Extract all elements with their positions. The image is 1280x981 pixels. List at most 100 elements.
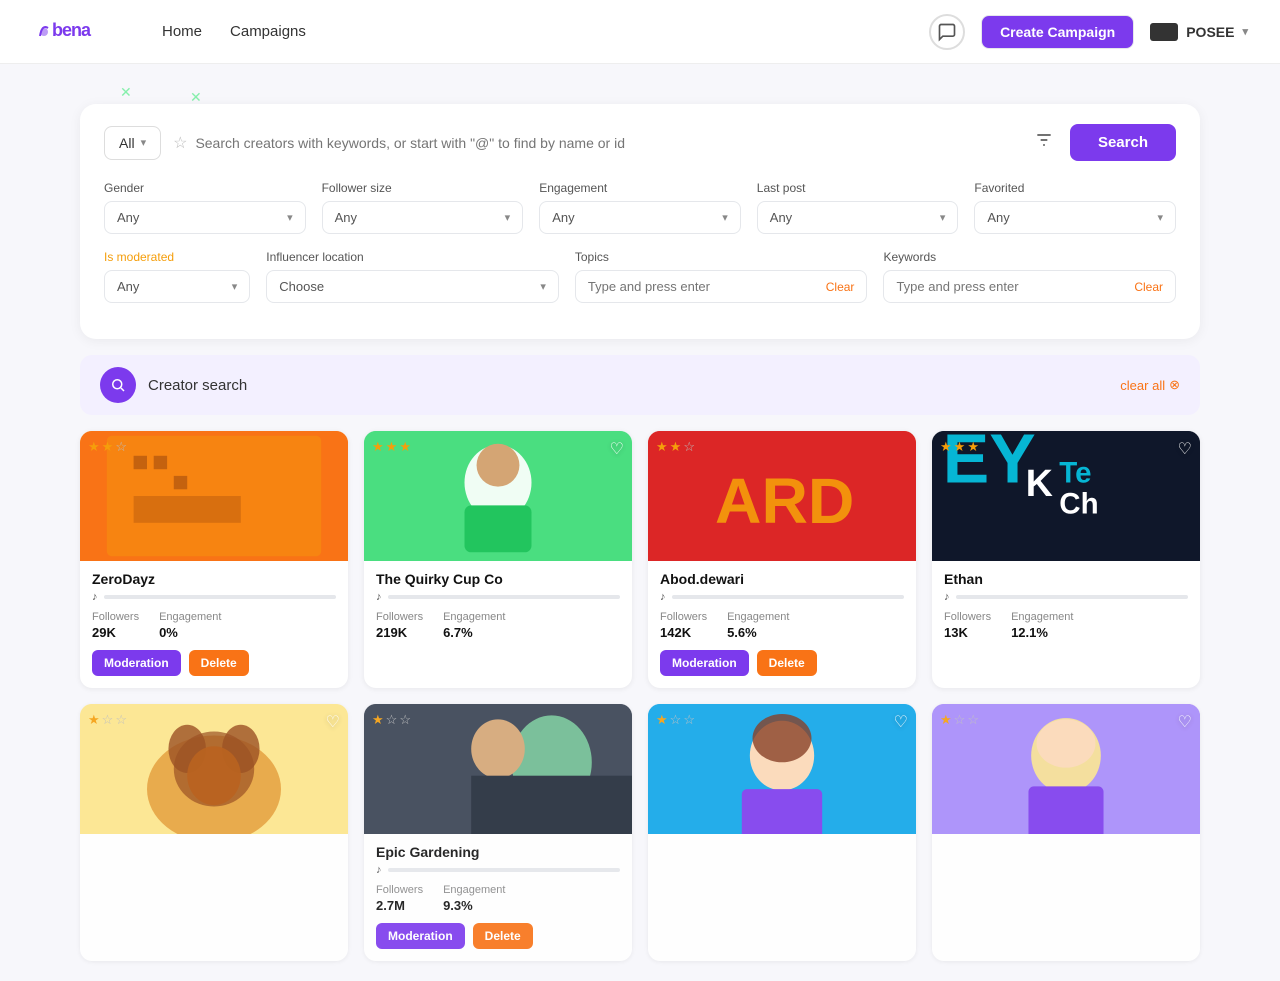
topics-input[interactable] [588,279,820,294]
is-moderated-select[interactable]: Any ▾ [104,270,250,303]
filter-topics: Topics Clear [575,250,868,303]
gender-select[interactable]: Any ▾ [104,201,306,234]
search-input[interactable] [195,135,1018,151]
tiktok-icon: ♪ [944,591,950,603]
card-quirky-handle: ♪ [376,591,620,603]
cards-grid: ★ ★ ☆ ZeroDayz ♪ Followers 29K E [80,431,1200,688]
star-3: ☆ [115,712,127,728]
star-3: ☆ [115,439,127,455]
card-bottom-3-image: ★ ☆ ☆ ♡ [648,704,916,834]
clear-all-button[interactable]: clear all ⊗ [1120,377,1180,393]
platform-chevron-icon: ▾ [141,136,147,149]
handle-bar [388,868,621,872]
filter-gender: Gender Any ▾ [104,181,306,234]
delete-button[interactable]: Delete [757,650,817,676]
card-quirky-cup-image: ★ ★ ★ ♡ [364,431,632,561]
influencer-location-label: Influencer location [266,250,559,264]
card-zerodayz-image: ★ ★ ☆ [80,431,348,561]
card-quirky-body: The Quirky Cup Co ♪ Followers 219K Engag… [364,561,632,662]
message-icon[interactable] [929,14,965,50]
search-input-wrap: ☆ [173,133,1018,153]
card-epic-gardening-image: ★ ☆ ☆ [364,704,632,834]
star-1: ★ [88,439,100,455]
moderation-button[interactable]: Moderation [376,923,465,949]
gender-chevron-icon: ▾ [287,211,293,224]
filters-row-2: Is moderated Any ▾ Influencer location C… [104,250,1176,303]
card-abod-body: Abod.dewari ♪ Followers 142K Engagement … [648,561,916,688]
star-3: ☆ [967,712,979,728]
card-bottom-4-heart-icon[interactable]: ♡ [1178,712,1192,732]
card-quirky-stars: ★ ★ ★ [372,439,411,455]
followers-stat: Followers 2.7M [376,884,423,913]
card-abod-image: ARD ★ ★ ☆ [648,431,916,561]
filter-is-moderated: Is moderated Any ▾ [104,250,250,303]
star-2: ☆ [670,712,682,728]
card-ethan-name: Ethan [944,571,1188,587]
last-post-select[interactable]: Any ▾ [757,201,959,234]
card-bottom-3: ★ ☆ ☆ ♡ [648,704,916,961]
topics-clear-button[interactable]: Clear [826,280,855,294]
card-bottom-1-heart-icon[interactable]: ♡ [326,712,340,732]
search-button[interactable]: Search [1070,124,1176,161]
card-bottom-3-heart-icon[interactable]: ♡ [894,712,908,732]
card-abod-name: Abod.dewari [660,571,904,587]
filter-settings-button[interactable] [1030,126,1058,159]
card-zerodayz-body: ZeroDayz ♪ Followers 29K Engagement 0% [80,561,348,688]
is-moderated-label: Is moderated [104,250,250,264]
card-zerodayz-handle: ♪ [92,591,336,603]
engagement-select[interactable]: Any ▾ [539,201,741,234]
star-2: ★ [954,439,966,455]
card-epic-actions: Moderation Delete [376,923,620,949]
nav-campaigns[interactable]: Campaigns [230,23,306,40]
followers-stat: Followers 219K [376,611,423,640]
create-campaign-button[interactable]: Create Campaign [981,15,1134,49]
nav-links: Home Campaigns [162,23,929,40]
moderation-button[interactable]: Moderation [92,650,181,676]
card-ethan-handle: ♪ [944,591,1188,603]
engagement-stat: Engagement 9.3% [443,884,505,913]
card-quirky-heart-icon[interactable]: ♡ [610,439,624,459]
search-star-icon: ☆ [173,133,187,153]
svg-text:Ch: Ch [1059,487,1098,520]
filter-follower-size: Follower size Any ▾ [322,181,524,234]
favorited-select[interactable]: Any ▾ [974,201,1176,234]
handle-bar [672,595,905,599]
card-bottom-4-image: ★ ☆ ☆ ♡ [932,704,1200,834]
card-ethan-heart-icon[interactable]: ♡ [1178,439,1192,459]
delete-button[interactable]: Delete [189,650,249,676]
svg-text:Te: Te [1059,457,1091,490]
user-area[interactable]: POSEE ▾ [1150,23,1248,41]
navbar: bena Home Campaigns Create Campaign POSE… [0,0,1280,64]
follower-size-select[interactable]: Any ▾ [322,201,524,234]
star-3: ★ [399,439,411,455]
star-2: ★ [102,439,114,455]
moderation-button[interactable]: Moderation [660,650,749,676]
card-ethan-stats: Followers 13K Engagement 12.1% [944,611,1188,640]
card-zerodayz-name: ZeroDayz [92,571,336,587]
followers-stat: Followers 142K [660,611,707,640]
keywords-input[interactable] [896,279,1128,294]
user-name: POSEE [1186,24,1234,40]
engagement-value: Any [552,210,574,225]
card-bottom-3-stars: ★ ☆ ☆ [656,712,695,728]
card-epic-gardening: ★ ☆ ☆ Epic Gardening ♪ Followers 2.7M [364,704,632,961]
filters-row-1: Gender Any ▾ Follower size Any ▾ Engagem… [104,181,1176,234]
filter-keywords: Keywords Clear [883,250,1176,303]
card-bottom-1-image: ★ ☆ ☆ ♡ [80,704,348,834]
engagement-chevron-icon: ▾ [722,211,728,224]
tiktok-icon: ♪ [92,591,98,603]
card-abod-handle: ♪ [660,591,904,603]
follower-size-value: Any [335,210,357,225]
star-1: ★ [656,439,668,455]
nav-home[interactable]: Home [162,23,202,40]
influencer-location-select[interactable]: Choose ▾ [266,270,559,303]
keywords-clear-button[interactable]: Clear [1134,280,1163,294]
star-2: ★ [670,439,682,455]
platform-dropdown[interactable]: All ▾ [104,126,161,160]
platform-label: All [119,135,135,151]
engagement-stat: Engagement 12.1% [1011,611,1073,640]
delete-button[interactable]: Delete [473,923,533,949]
follower-size-chevron-icon: ▾ [505,211,511,224]
search-row: All ▾ ☆ Search [104,124,1176,161]
creator-search-bar: Creator search clear all ⊗ [80,355,1200,415]
